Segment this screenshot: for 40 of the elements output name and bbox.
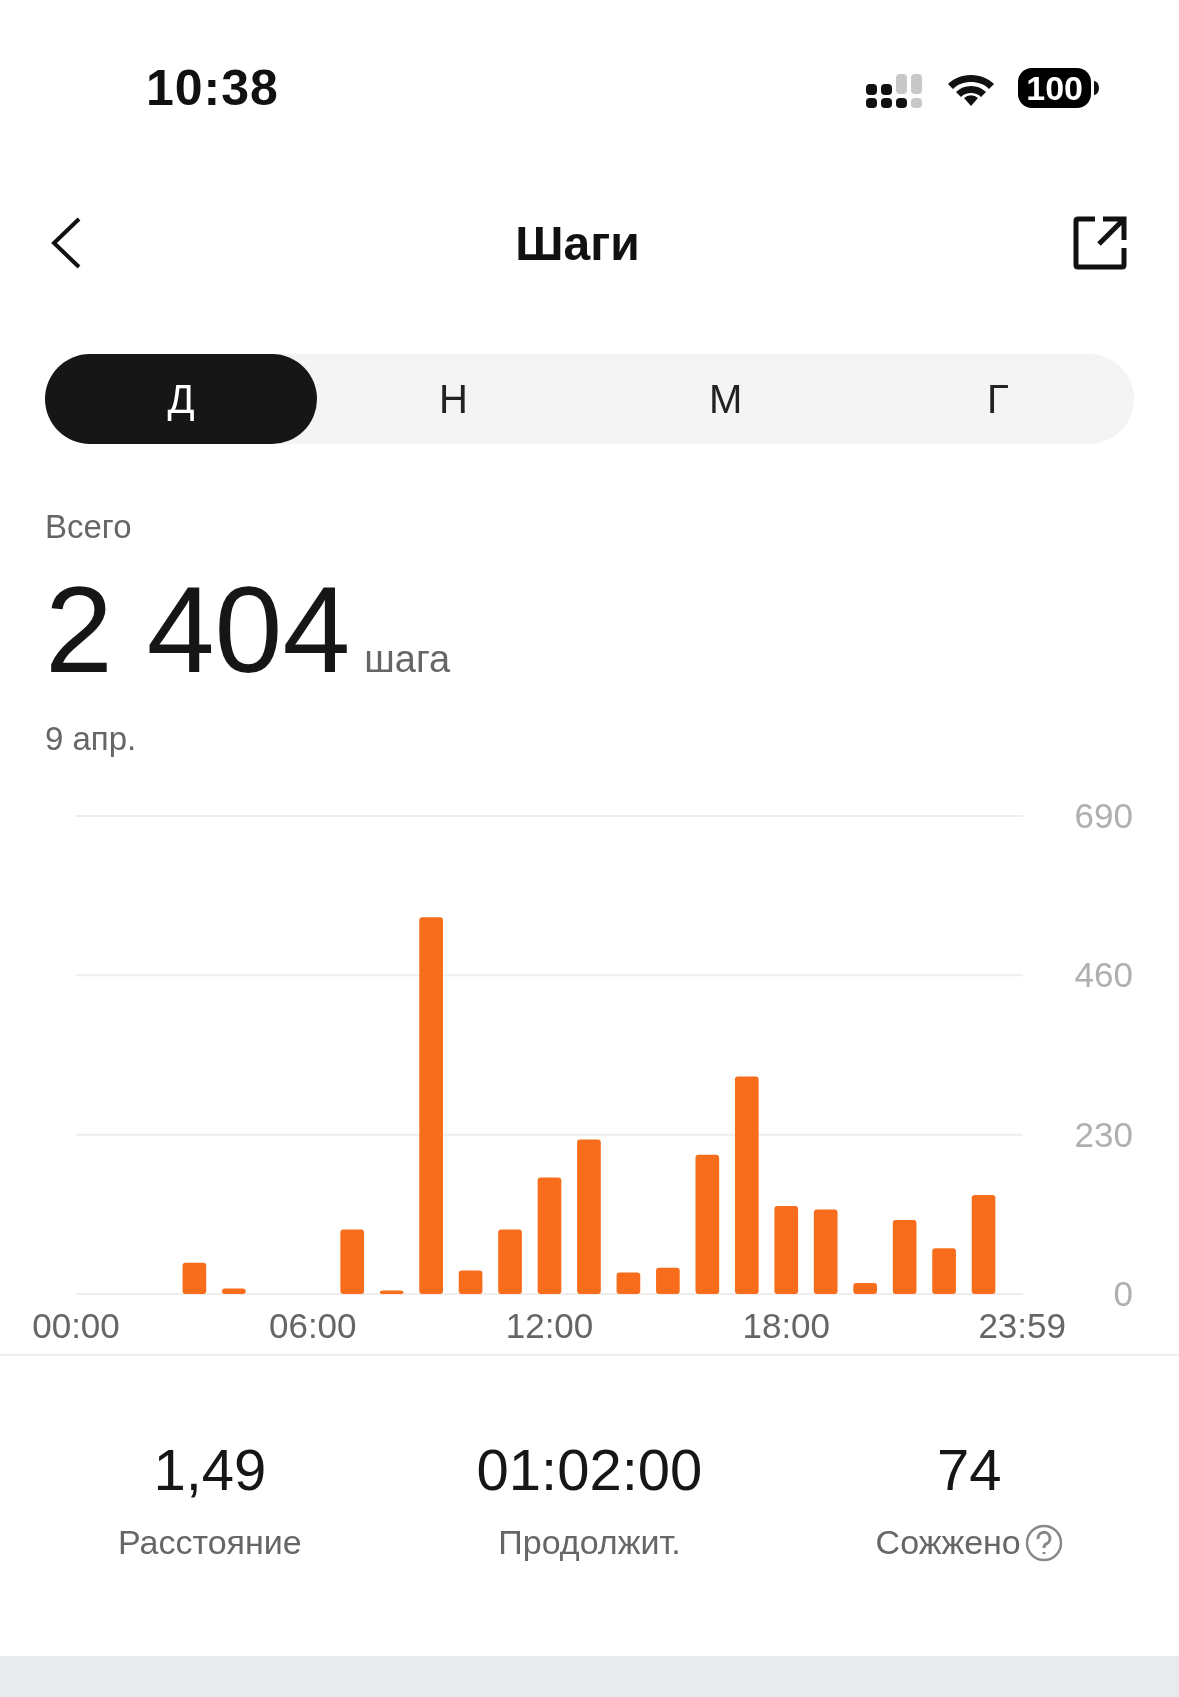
bar — [222, 1288, 246, 1294]
stat-label: Продолжит. — [498, 1523, 681, 1562]
battery-cap-icon — [1094, 81, 1099, 95]
x-axis-label: 18:00 — [742, 1306, 831, 1345]
date-label: 9 апр. — [45, 720, 138, 758]
stat-label: Расстояние — [118, 1523, 302, 1562]
bar — [458, 1270, 483, 1294]
y-axis-label: 690 — [1074, 796, 1133, 835]
unit-label: шага — [364, 638, 451, 681]
period-tab[interactable]: Г — [861, 354, 1134, 444]
period-tab[interactable]: М — [589, 354, 862, 444]
bar — [932, 1248, 956, 1294]
total-label: Всего — [45, 508, 133, 546]
bar — [656, 1267, 680, 1294]
clock: 10:38 — [146, 59, 279, 117]
stat-label: Сожжено — [875, 1523, 1021, 1562]
period-tab[interactable]: Д — [45, 354, 318, 444]
bar — [379, 1290, 404, 1294]
help-icon[interactable] — [1024, 1523, 1063, 1562]
bar — [340, 1229, 365, 1294]
bar — [616, 1272, 641, 1294]
bar — [853, 1282, 877, 1294]
x-axis-label: 00:00 — [32, 1306, 120, 1345]
y-axis-label: 460 — [1074, 955, 1133, 995]
stat-value: 1,49 — [153, 1436, 267, 1503]
x-axis-label: 06:00 — [268, 1306, 357, 1345]
stat-value: 74 — [936, 1436, 1002, 1503]
x-axis-label: 23:59 — [978, 1306, 1066, 1345]
step-count: 2 404 — [45, 568, 351, 692]
bar — [182, 1262, 207, 1294]
bar — [498, 1229, 522, 1294]
share-button[interactable] — [1073, 216, 1127, 270]
page-title: Шаги — [515, 215, 640, 271]
x-axis-label: 12:00 — [505, 1306, 594, 1345]
period-tab[interactable]: Н — [317, 354, 590, 444]
back-button[interactable] — [50, 216, 82, 270]
stat-value: 01:02:00 — [476, 1436, 703, 1503]
battery-indicator: 100 — [1018, 68, 1091, 108]
y-axis-label: 0 — [1113, 1274, 1133, 1313]
y-axis-label: 230 — [1074, 1114, 1133, 1154]
